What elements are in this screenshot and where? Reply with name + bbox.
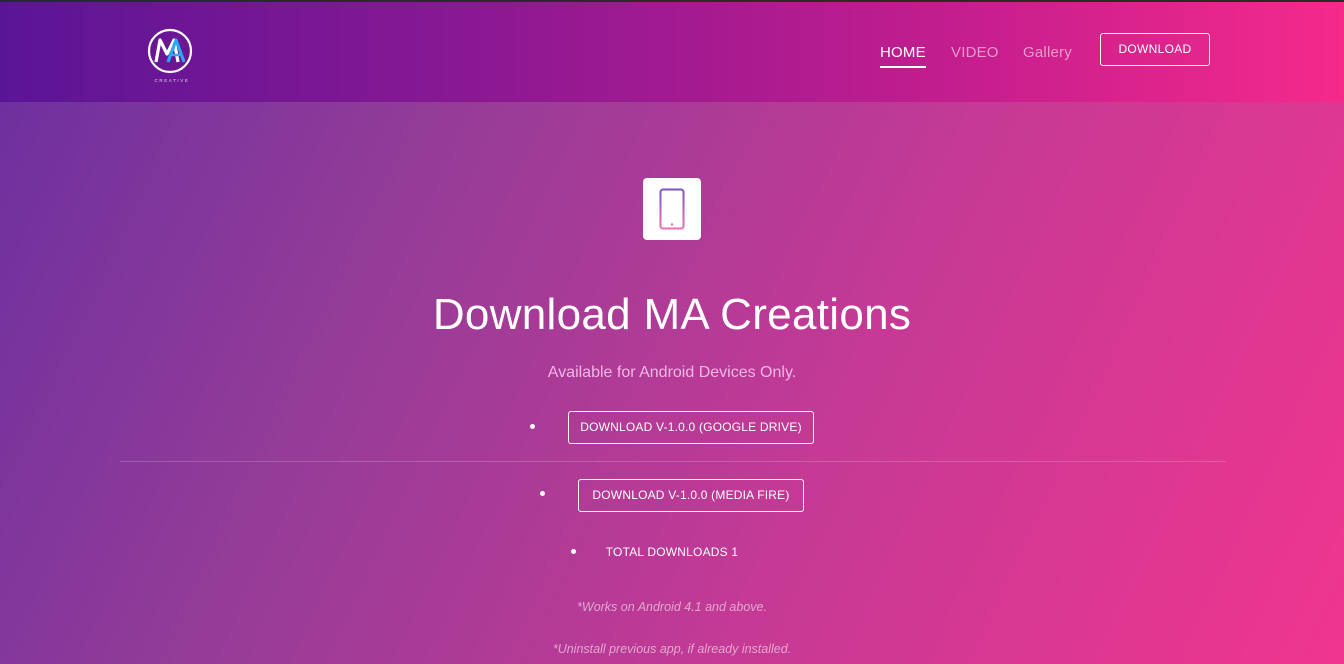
list-bullet [530, 424, 535, 429]
uninstall-note: *Uninstall previous app, if already inst… [552, 642, 792, 656]
page-title: Download MA Creations [432, 290, 912, 339]
total-downloads: TOTAL DOWNLOADS 1 [605, 545, 739, 559]
list-bullet [540, 491, 545, 496]
site-header: CREATIVE HOME VIDEO Gallery DOWNLOAD [0, 2, 1344, 102]
nav-gallery[interactable]: Gallery [1023, 44, 1072, 61]
phone-icon-box [643, 178, 701, 240]
page-subtitle: Available for Android Devices Only. [547, 364, 797, 381]
divider [120, 461, 1226, 462]
download-media-fire-button[interactable]: DOWNLOAD V-1.0.0 (MEDIA FIRE) [578, 479, 804, 512]
logo-tagline: CREATIVE [154, 78, 190, 83]
requirement-note: *Works on Android 4.1 and above. [577, 600, 767, 614]
phone-icon [659, 188, 685, 230]
nav-video[interactable]: VIDEO [951, 44, 999, 61]
nav-home[interactable]: HOME [880, 44, 926, 68]
ma-creative-logo[interactable]: CREATIVE [146, 28, 194, 88]
download-google-drive-button[interactable]: DOWNLOAD V-1.0.0 (GOOGLE DRIVE) [568, 411, 814, 444]
header-download-button[interactable]: DOWNLOAD [1100, 33, 1210, 66]
